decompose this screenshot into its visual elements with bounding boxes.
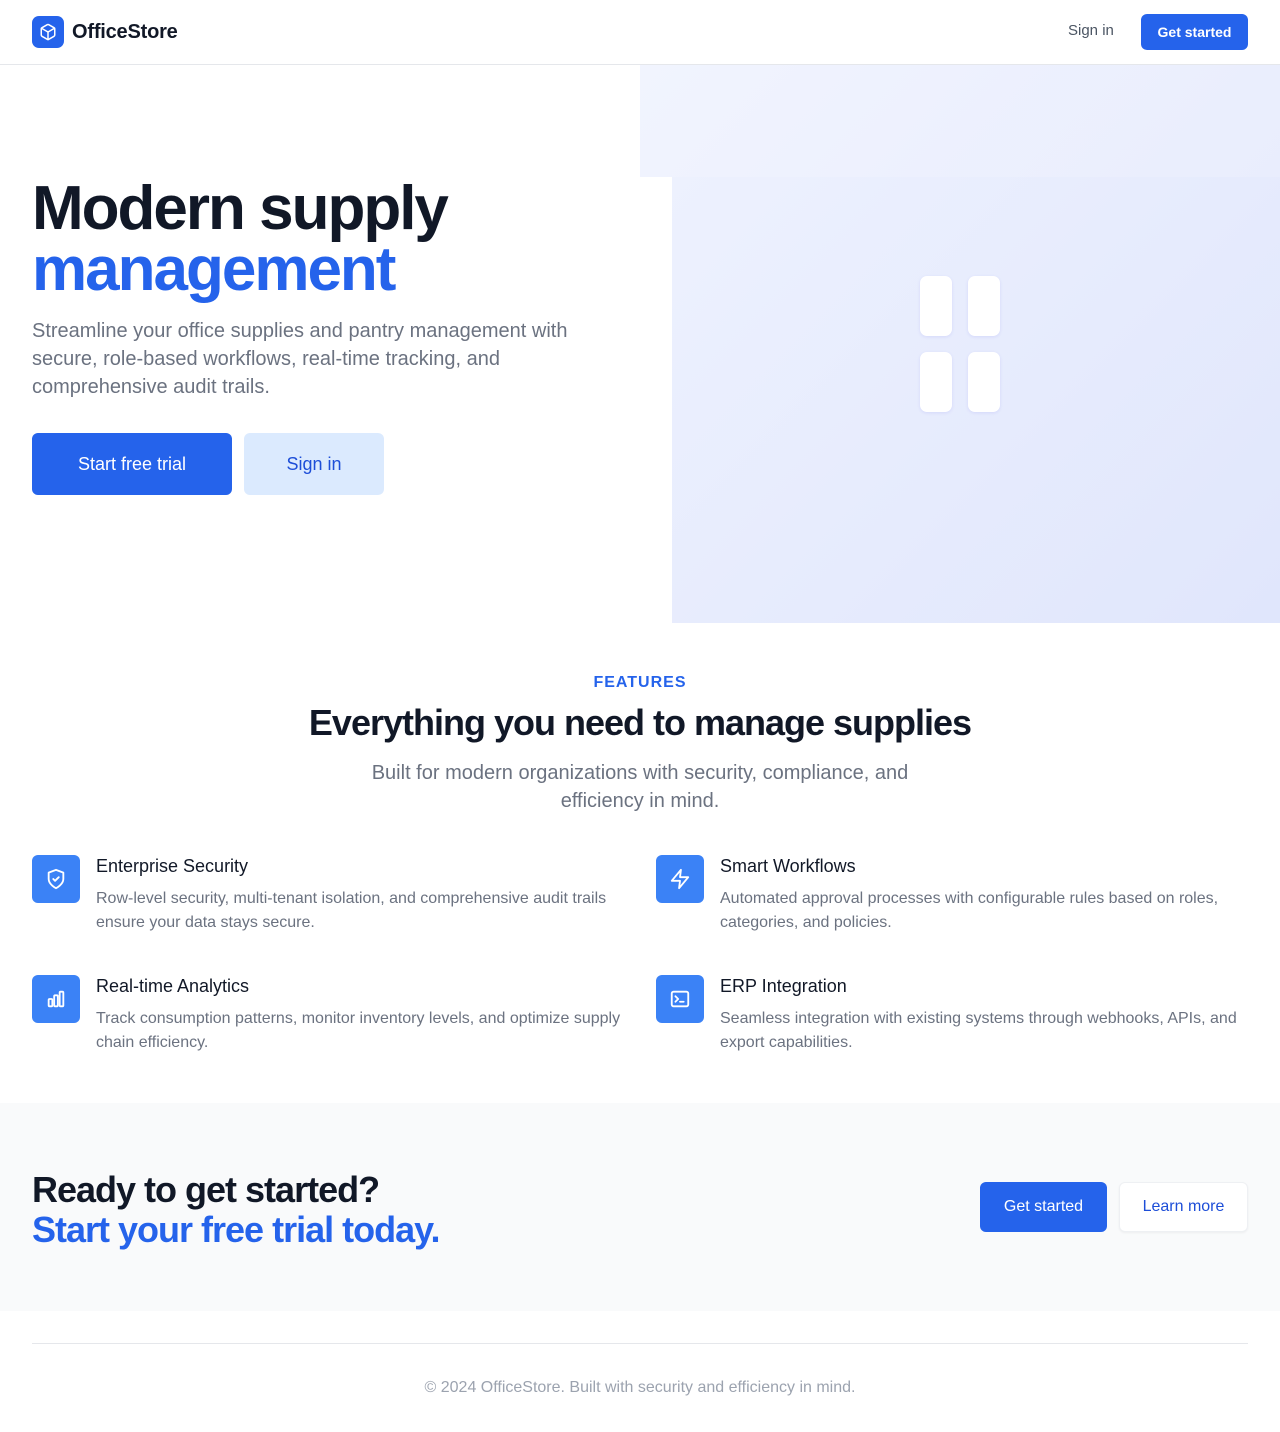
cta-learn-more-button[interactable]: Learn more <box>1119 1182 1248 1232</box>
brand-name: OfficeStore <box>72 20 178 43</box>
cube-icon <box>32 16 64 48</box>
hero-signin-button[interactable]: Sign in <box>244 433 384 495</box>
grid-tile-icon <box>920 276 952 336</box>
hero-illustration <box>672 177 1280 623</box>
feature-name: Smart Workflows <box>720 856 856 876</box>
feature-description: Row-level security, multi-tenant isolati… <box>96 890 607 931</box>
feature-description: Seamless integration with existing syste… <box>720 1010 1237 1051</box>
features-title: Everything you need to manage supplies <box>308 702 972 743</box>
feature-name: Enterprise Security <box>96 856 249 876</box>
header-signin-link[interactable]: Sign in <box>1068 22 1114 39</box>
features-subtitle: Built for modern organizations with secu… <box>371 762 909 812</box>
feature-name: Real-time Analytics <box>96 976 250 996</box>
cta-get-started-button[interactable]: Get started <box>980 1182 1107 1232</box>
terminal-icon <box>656 975 704 1023</box>
cta-heading: Ready to get started? <box>32 1169 380 1210</box>
grid-tile-icon <box>920 352 952 412</box>
features-eyebrow: FEATURES <box>593 674 687 691</box>
site-header: OfficeStore Sign in Get started <box>0 0 1280 65</box>
hero-description: Streamline your office supplies and pant… <box>32 320 568 398</box>
hero-title-line1: Modern supply <box>32 174 449 243</box>
start-free-trial-button[interactable]: Start free trial <box>32 433 232 495</box>
lightning-bolt-icon <box>656 855 704 903</box>
header-get-started-button[interactable]: Get started <box>1141 14 1248 50</box>
cta-section: Ready to get started? Start your free tr… <box>0 1103 1280 1311</box>
hero-title-line2: management <box>32 235 396 304</box>
cta-subheading: Start your free trial today. <box>32 1209 440 1250</box>
feature-description: Track consumption patterns, monitor inve… <box>96 1010 621 1051</box>
footer-copyright: © 2024 OfficeStore. Built with security … <box>424 1379 856 1396</box>
feature-description: Automated approval processes with config… <box>720 890 1219 931</box>
shield-check-icon <box>32 855 80 903</box>
hero-illustration-top <box>640 65 1280 177</box>
hero-title: Modern supply management <box>32 178 449 304</box>
footer-divider <box>32 1343 1248 1344</box>
bar-chart-icon <box>32 975 80 1023</box>
grid-tile-icon <box>968 352 1000 412</box>
brand-logo[interactable]: OfficeStore <box>32 16 178 48</box>
feature-name: ERP Integration <box>720 976 847 996</box>
grid-tile-icon <box>968 276 1000 336</box>
